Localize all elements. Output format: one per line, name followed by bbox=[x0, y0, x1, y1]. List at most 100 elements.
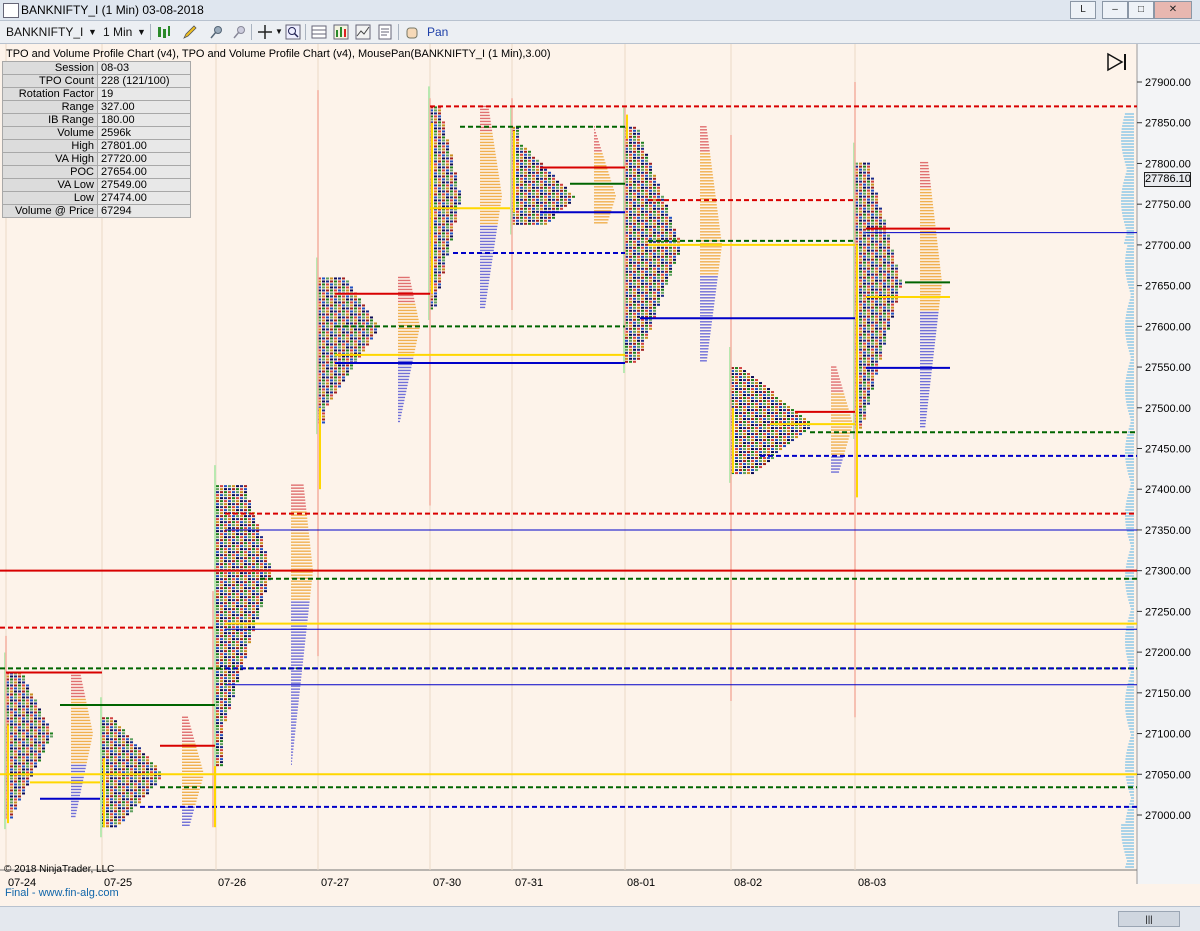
tpo-block bbox=[787, 433, 790, 435]
interval-selector[interactable]: 1 Min bbox=[103, 24, 132, 40]
tpo-block bbox=[637, 157, 640, 159]
tpo-block bbox=[863, 268, 866, 270]
tpo-block bbox=[326, 307, 329, 309]
tpo-block bbox=[224, 524, 227, 526]
tpo-block bbox=[220, 662, 223, 664]
close-button[interactable]: ✕ bbox=[1154, 1, 1192, 19]
tpo-block bbox=[863, 202, 866, 204]
tpo-block bbox=[434, 166, 437, 168]
pan-hand-icon[interactable] bbox=[404, 24, 420, 40]
tpo-block bbox=[863, 199, 866, 201]
tpo-block bbox=[150, 762, 153, 764]
tpo-block bbox=[442, 235, 445, 237]
maximize-button[interactable]: □ bbox=[1128, 1, 1154, 19]
tpo-block bbox=[743, 385, 746, 387]
tpo-block bbox=[887, 292, 890, 294]
tpo-block bbox=[228, 653, 231, 655]
tpo-block bbox=[30, 711, 33, 713]
tpo-block bbox=[224, 557, 227, 559]
tpo-block bbox=[641, 190, 644, 192]
tpo-block bbox=[528, 196, 531, 198]
chevron-down-icon[interactable]: ▼ bbox=[88, 24, 97, 40]
pencil-icon[interactable] bbox=[182, 24, 198, 40]
zoom-icon[interactable] bbox=[285, 24, 301, 40]
tpo-block bbox=[248, 533, 251, 535]
tpo-block bbox=[228, 503, 231, 505]
tpo-block bbox=[637, 190, 640, 192]
link-button[interactable]: L bbox=[1070, 1, 1096, 19]
tpo-block bbox=[450, 193, 453, 195]
tpo-block bbox=[216, 608, 219, 610]
tpo-block bbox=[520, 211, 523, 213]
tpo-block bbox=[633, 301, 636, 303]
tpo-block bbox=[783, 412, 786, 414]
bar-type-icon[interactable] bbox=[156, 24, 172, 40]
tpo-block bbox=[252, 533, 255, 535]
tpo-block bbox=[446, 178, 449, 180]
tpo-block bbox=[224, 614, 227, 616]
tpo-block bbox=[342, 286, 345, 288]
data-box-icon[interactable] bbox=[311, 24, 327, 40]
tpo-block bbox=[240, 662, 243, 664]
pin-icon[interactable] bbox=[208, 24, 224, 40]
tpo-block bbox=[649, 196, 652, 198]
crosshair-icon[interactable] bbox=[257, 24, 273, 40]
tpo-block bbox=[657, 247, 660, 249]
tpo-block bbox=[220, 686, 223, 688]
chevron-down-icon[interactable]: ▼ bbox=[137, 24, 146, 40]
chart-area[interactable]: 27900.0027850.0027800.0027750.0027700.00… bbox=[0, 44, 1200, 906]
tpo-block bbox=[887, 241, 890, 243]
tpo-block bbox=[232, 653, 235, 655]
properties-icon[interactable] bbox=[377, 24, 393, 40]
tpo-block bbox=[220, 494, 223, 496]
tpo-block bbox=[18, 678, 21, 680]
strategies-icon[interactable] bbox=[355, 24, 371, 40]
instrument-selector[interactable]: BANKNIFTY_I bbox=[6, 24, 83, 40]
tpo-block bbox=[859, 256, 862, 258]
tpo-block bbox=[38, 738, 41, 740]
tpo-block bbox=[516, 223, 519, 225]
tpo-block bbox=[342, 310, 345, 312]
pan-button[interactable]: Pan bbox=[427, 24, 448, 40]
tpo-block bbox=[791, 418, 794, 420]
tpo-block bbox=[34, 702, 37, 704]
tpo-block bbox=[763, 439, 766, 441]
tpo-block bbox=[879, 325, 882, 327]
tpo-block bbox=[637, 304, 640, 306]
tpo-block bbox=[743, 433, 746, 435]
tpo-block bbox=[10, 702, 13, 704]
tpo-block bbox=[739, 379, 742, 381]
tpo-block bbox=[641, 262, 644, 264]
tpo-block bbox=[641, 349, 644, 351]
tpo-block bbox=[434, 118, 437, 120]
tpo-block bbox=[228, 488, 231, 490]
tpo-block bbox=[240, 524, 243, 526]
tpo-block bbox=[106, 804, 109, 806]
tpo-block bbox=[330, 346, 333, 348]
tpo-block bbox=[122, 741, 125, 743]
minimize-button[interactable]: – bbox=[1102, 1, 1128, 19]
tpo-block bbox=[641, 280, 644, 282]
tpo-block bbox=[438, 280, 441, 282]
pin-icon[interactable] bbox=[231, 24, 247, 40]
tpo-block bbox=[216, 653, 219, 655]
tpo-block bbox=[354, 334, 357, 336]
tpo-block bbox=[236, 599, 239, 601]
indicators-icon[interactable] bbox=[333, 24, 349, 40]
tpo-block bbox=[322, 277, 325, 279]
tpo-block bbox=[216, 689, 219, 691]
tpo-block bbox=[252, 527, 255, 529]
tpo-block bbox=[216, 755, 219, 757]
tpo-block bbox=[645, 256, 648, 258]
tpo-block bbox=[891, 316, 894, 318]
tpo-block bbox=[252, 617, 255, 619]
tpo-block bbox=[442, 151, 445, 153]
tpo-block bbox=[775, 412, 778, 414]
chevron-down-icon[interactable]: ▼ bbox=[275, 24, 283, 40]
tpo-block bbox=[438, 160, 441, 162]
tpo-block bbox=[248, 620, 251, 622]
tpo-block bbox=[867, 292, 870, 294]
tpo-block bbox=[779, 409, 782, 411]
tpo-block bbox=[528, 199, 531, 201]
tpo-block bbox=[110, 759, 113, 761]
